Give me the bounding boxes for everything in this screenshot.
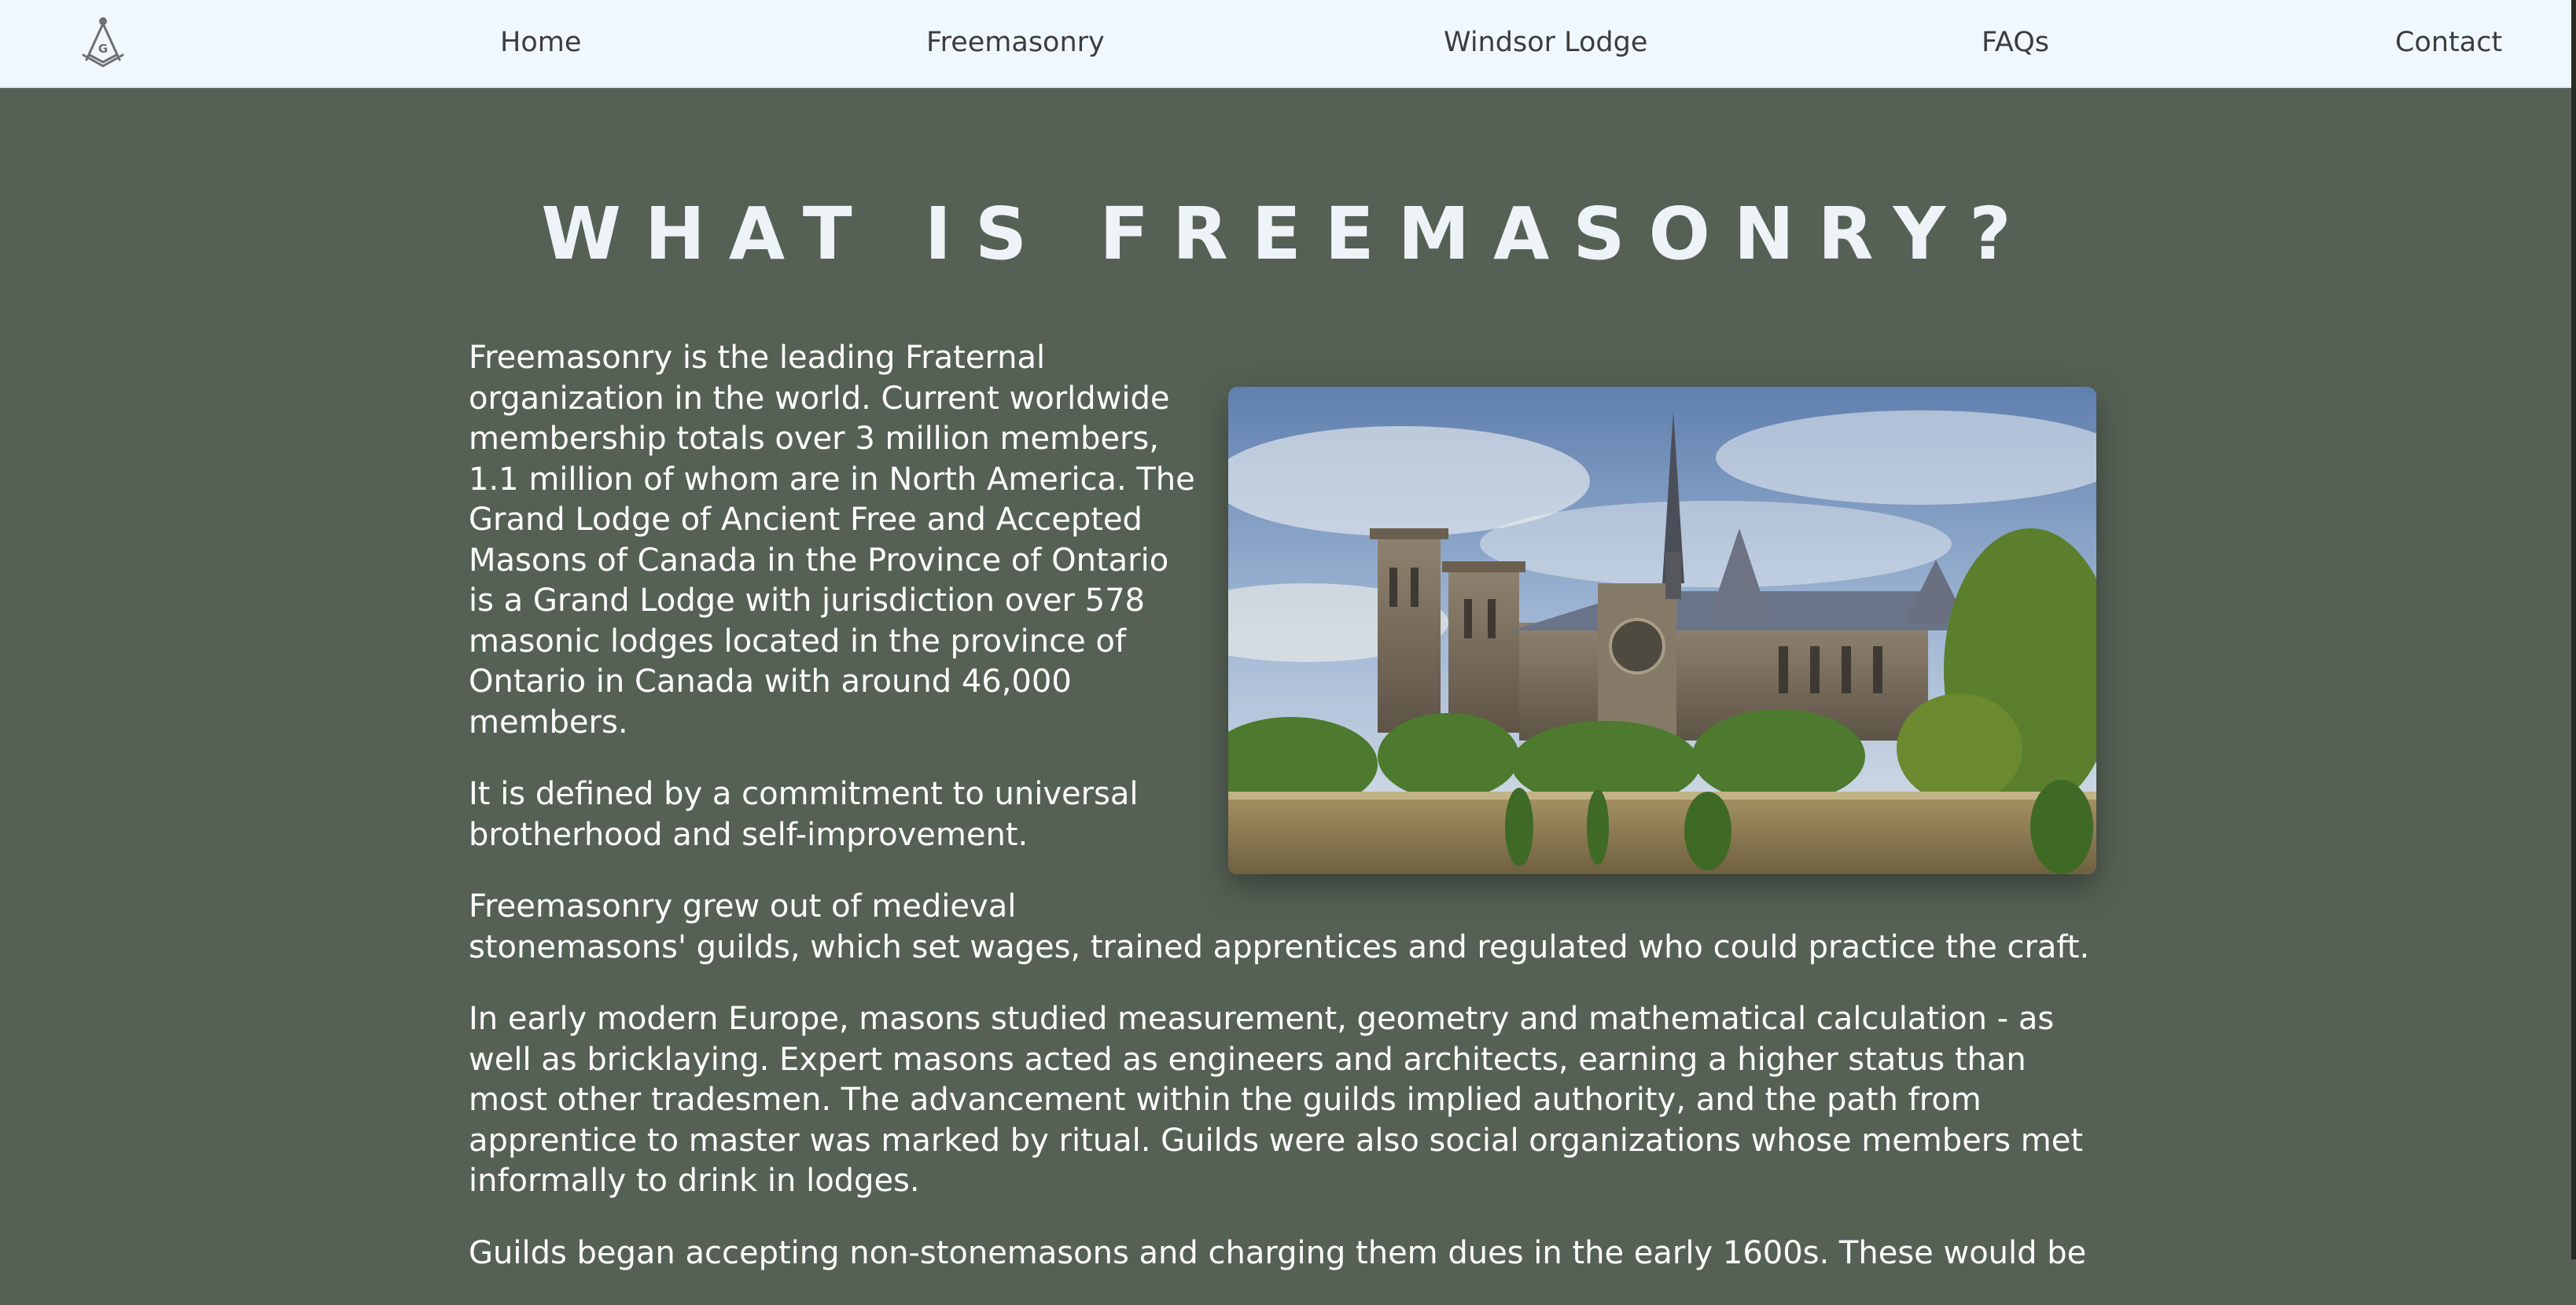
square-and-compass-icon[interactable]: G <box>77 16 129 69</box>
window-edge <box>2571 0 2576 1259</box>
nav-link-faqs[interactable]: FAQs <box>1982 24 2049 61</box>
nav-link-windsor-lodge[interactable]: Windsor Lodge <box>1444 24 1647 61</box>
main-content: Freemasonry is the leading Fraternal org… <box>469 338 2096 1305</box>
nav-link-home[interactable]: Home <box>500 24 581 61</box>
nav-link-contact[interactable]: Contact <box>2395 24 2502 61</box>
paragraph: Guilds began accepting non-stonemasons a… <box>469 1234 2087 1271</box>
nav-link-freemasonry[interactable]: Freemasonry <box>926 24 1105 61</box>
page-title: WHAT IS FREEMASONRY? <box>541 192 2035 276</box>
paragraph: Freemasonry grew out of medieval stonema… <box>469 888 2090 965</box>
cathedral-photo <box>1228 387 2096 874</box>
paragraph: In early modern Europe, masons studied m… <box>469 1001 2084 1199</box>
svg-text:G: G <box>98 42 108 56</box>
top-navigation: G Home Freemasonry Windsor Lodge FAQs Co… <box>0 0 2576 88</box>
